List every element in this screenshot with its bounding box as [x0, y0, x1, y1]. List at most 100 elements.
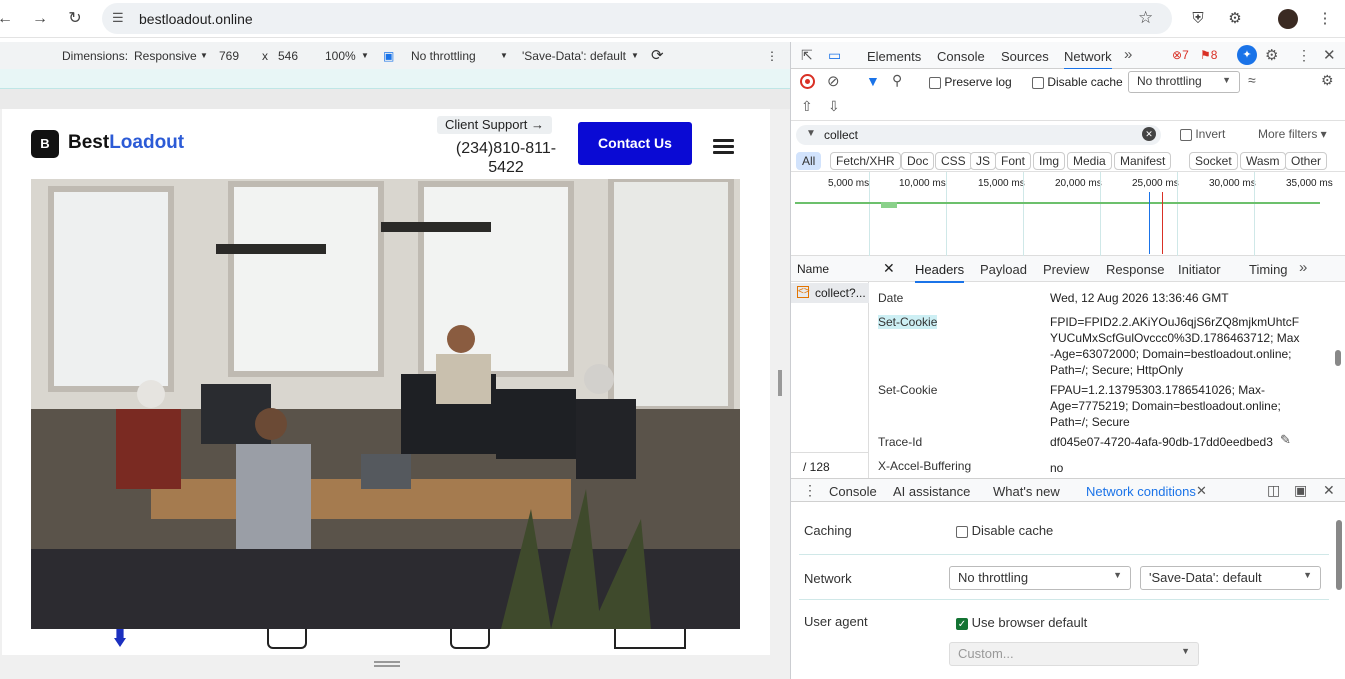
- type-filter-other[interactable]: Other: [1285, 152, 1328, 170]
- throttling-select[interactable]: No throttling: [411, 49, 476, 63]
- tab-console[interactable]: Console: [937, 49, 985, 64]
- ai-assistance-icon[interactable]: ✦: [1237, 45, 1257, 65]
- hamburger-menu-icon[interactable]: [713, 139, 734, 154]
- clear-filter-icon[interactable]: ✕: [1142, 127, 1156, 141]
- close-detail-icon[interactable]: ✕: [883, 260, 895, 277]
- logo-text[interactable]: BestLoadout: [68, 132, 184, 154]
- width-input[interactable]: 769: [219, 49, 239, 63]
- drawer-tab-console[interactable]: Console: [829, 484, 877, 499]
- contact-us-button[interactable]: Contact Us: [578, 122, 692, 165]
- height-input[interactable]: 546: [278, 49, 298, 63]
- type-filter-all[interactable]: All: [796, 152, 822, 170]
- device-frame-icon[interactable]: ▣: [383, 49, 394, 63]
- network-conditions-icon[interactable]: ≈: [1248, 72, 1256, 88]
- device-preset-select[interactable]: Responsive: [134, 49, 197, 63]
- header-value: df045e07-4720-4afa-90db-17dd0eedbed3: [1050, 435, 1273, 449]
- nc-save-data-select[interactable]: 'Save-Data': default ▼: [1140, 566, 1321, 590]
- logo-mark[interactable]: B: [31, 130, 59, 158]
- more-detail-tabs-icon[interactable]: »: [1299, 259, 1307, 276]
- more-filters-button[interactable]: More filters ▾: [1258, 127, 1327, 141]
- request-row[interactable]: <> collect?...: [791, 283, 869, 303]
- type-filter-wasm[interactable]: Wasm: [1240, 152, 1286, 170]
- import-har-icon[interactable]: ⇧: [801, 98, 813, 115]
- zoom-caret-icon: ▼: [361, 51, 369, 60]
- device-ruler: [0, 89, 790, 109]
- tick-30000: 30,000 ms: [1209, 178, 1256, 189]
- error-count-badge[interactable]: ⊗7: [1172, 48, 1189, 62]
- client-support-link[interactable]: Client Support →: [437, 116, 552, 134]
- clear-icon[interactable]: ⊘: [827, 72, 840, 90]
- tab-network[interactable]: Network: [1064, 49, 1112, 70]
- preserve-log-checkbox[interactable]: Preserve log: [929, 75, 1012, 89]
- drawer-tab-network-conditions[interactable]: Network conditions: [1086, 484, 1196, 504]
- filter-icon[interactable]: ▼: [866, 73, 880, 89]
- dock-side-icon[interactable]: ◫: [1267, 482, 1280, 499]
- type-filter-media[interactable]: Media: [1067, 152, 1112, 170]
- type-filter-manifest[interactable]: Manifest: [1114, 152, 1172, 170]
- site-info-icon[interactable]: ☰: [112, 10, 124, 26]
- tab-response[interactable]: Response: [1106, 262, 1165, 277]
- tab-timing[interactable]: Timing: [1249, 262, 1288, 277]
- dock-bottom-icon[interactable]: ▣: [1294, 482, 1307, 499]
- resize-handle-right[interactable]: [778, 370, 782, 396]
- bookmark-star-icon[interactable]: ☆: [1138, 8, 1153, 28]
- address-bar[interactable]: ☰ bestloadout.online ☆: [102, 3, 1172, 34]
- avatar[interactable]: [1276, 7, 1300, 31]
- inspect-element-icon[interactable]: ⇱: [801, 47, 813, 64]
- disable-cache-checkbox[interactable]: Disable cache: [1032, 75, 1123, 89]
- record-icon[interactable]: [800, 74, 815, 89]
- drawer-tab-whats-new[interactable]: What's new: [993, 484, 1060, 499]
- type-filter-css[interactable]: CSS: [935, 152, 972, 170]
- tab-elements[interactable]: Elements: [867, 49, 921, 64]
- type-filter-socket[interactable]: Socket: [1189, 152, 1238, 170]
- network-overview-timeline[interactable]: 5,000 ms 10,000 ms 15,000 ms 20,000 ms 2…: [791, 172, 1345, 256]
- tab-preview[interactable]: Preview: [1043, 262, 1089, 277]
- network-settings-icon[interactable]: ⚙: [1321, 72, 1334, 89]
- network-throttling-select[interactable]: No throttling ▼: [1128, 71, 1240, 93]
- search-icon[interactable]: ⚲: [892, 72, 902, 89]
- rotate-icon[interactable]: ⟳: [651, 46, 664, 64]
- type-filter-fetch-xhr[interactable]: Fetch/XHR: [830, 152, 901, 170]
- nc-network-select[interactable]: No throttling ▼: [949, 566, 1131, 590]
- forward-icon[interactable]: →: [29, 8, 51, 30]
- media-query-bar[interactable]: [0, 69, 790, 89]
- device-menu-icon[interactable]: ⋮: [766, 49, 778, 63]
- type-filter-js[interactable]: JS: [970, 152, 997, 170]
- save-data-select[interactable]: 'Save-Data': default: [522, 49, 626, 63]
- invert-checkbox[interactable]: Invert: [1180, 127, 1225, 141]
- browser-menu-icon[interactable]: ⋮: [1313, 7, 1337, 31]
- devtools-menu-icon[interactable]: ⋮: [1297, 47, 1311, 64]
- export-har-icon[interactable]: ⇩: [828, 98, 840, 115]
- tab-headers[interactable]: Headers: [915, 262, 965, 283]
- filter-input[interactable]: ▼ collect ✕: [796, 125, 1161, 145]
- resize-handle-bottom[interactable]: [374, 661, 400, 663]
- back-icon[interactable]: ←: [0, 8, 16, 30]
- more-tabs-icon[interactable]: »: [1124, 46, 1132, 63]
- drawer-menu-icon[interactable]: ⋮: [803, 482, 817, 499]
- type-filter-font[interactable]: Font: [995, 152, 1032, 170]
- tab-payload[interactable]: Payload: [980, 262, 1027, 277]
- shield-extension-icon[interactable]: ⛨: [1186, 7, 1210, 31]
- type-filter-doc[interactable]: Doc: [901, 152, 935, 170]
- phone-number[interactable]: (234)810-811- 5422: [451, 139, 561, 177]
- headers-scrollbar[interactable]: [1335, 350, 1341, 366]
- edit-pencil-icon[interactable]: ✎: [1280, 432, 1291, 448]
- tab-sources[interactable]: Sources: [1001, 49, 1049, 64]
- use-browser-default-checkbox[interactable]: ✓ Use browser default: [956, 615, 1087, 630]
- tab-initiator[interactable]: Initiator: [1178, 262, 1221, 277]
- device-toggle-icon[interactable]: ▭: [828, 47, 841, 64]
- reload-icon[interactable]: ↻: [64, 8, 86, 30]
- drawer-scrollbar[interactable]: [1336, 520, 1342, 590]
- type-filter-img[interactable]: Img: [1033, 152, 1066, 170]
- drawer-tab-ai-assistance[interactable]: AI assistance: [893, 484, 970, 499]
- extensions-icon[interactable]: ⚙: [1223, 7, 1247, 31]
- close-drawer-icon[interactable]: ✕: [1323, 482, 1335, 499]
- warning-count-badge[interactable]: ⚑8: [1200, 48, 1217, 62]
- nc-disable-cache-checkbox[interactable]: Disable cache: [956, 523, 1053, 538]
- name-header[interactable]: Name: [791, 256, 869, 282]
- zoom-select[interactable]: 100%: [325, 49, 356, 63]
- close-devtools-icon[interactable]: ✕: [1323, 46, 1336, 64]
- close-drawer-tab-icon[interactable]: ✕: [1196, 483, 1207, 499]
- request-name-column: Name <> collect?... / 128 reques: [791, 256, 869, 488]
- settings-gear-icon[interactable]: ⚙: [1265, 46, 1278, 64]
